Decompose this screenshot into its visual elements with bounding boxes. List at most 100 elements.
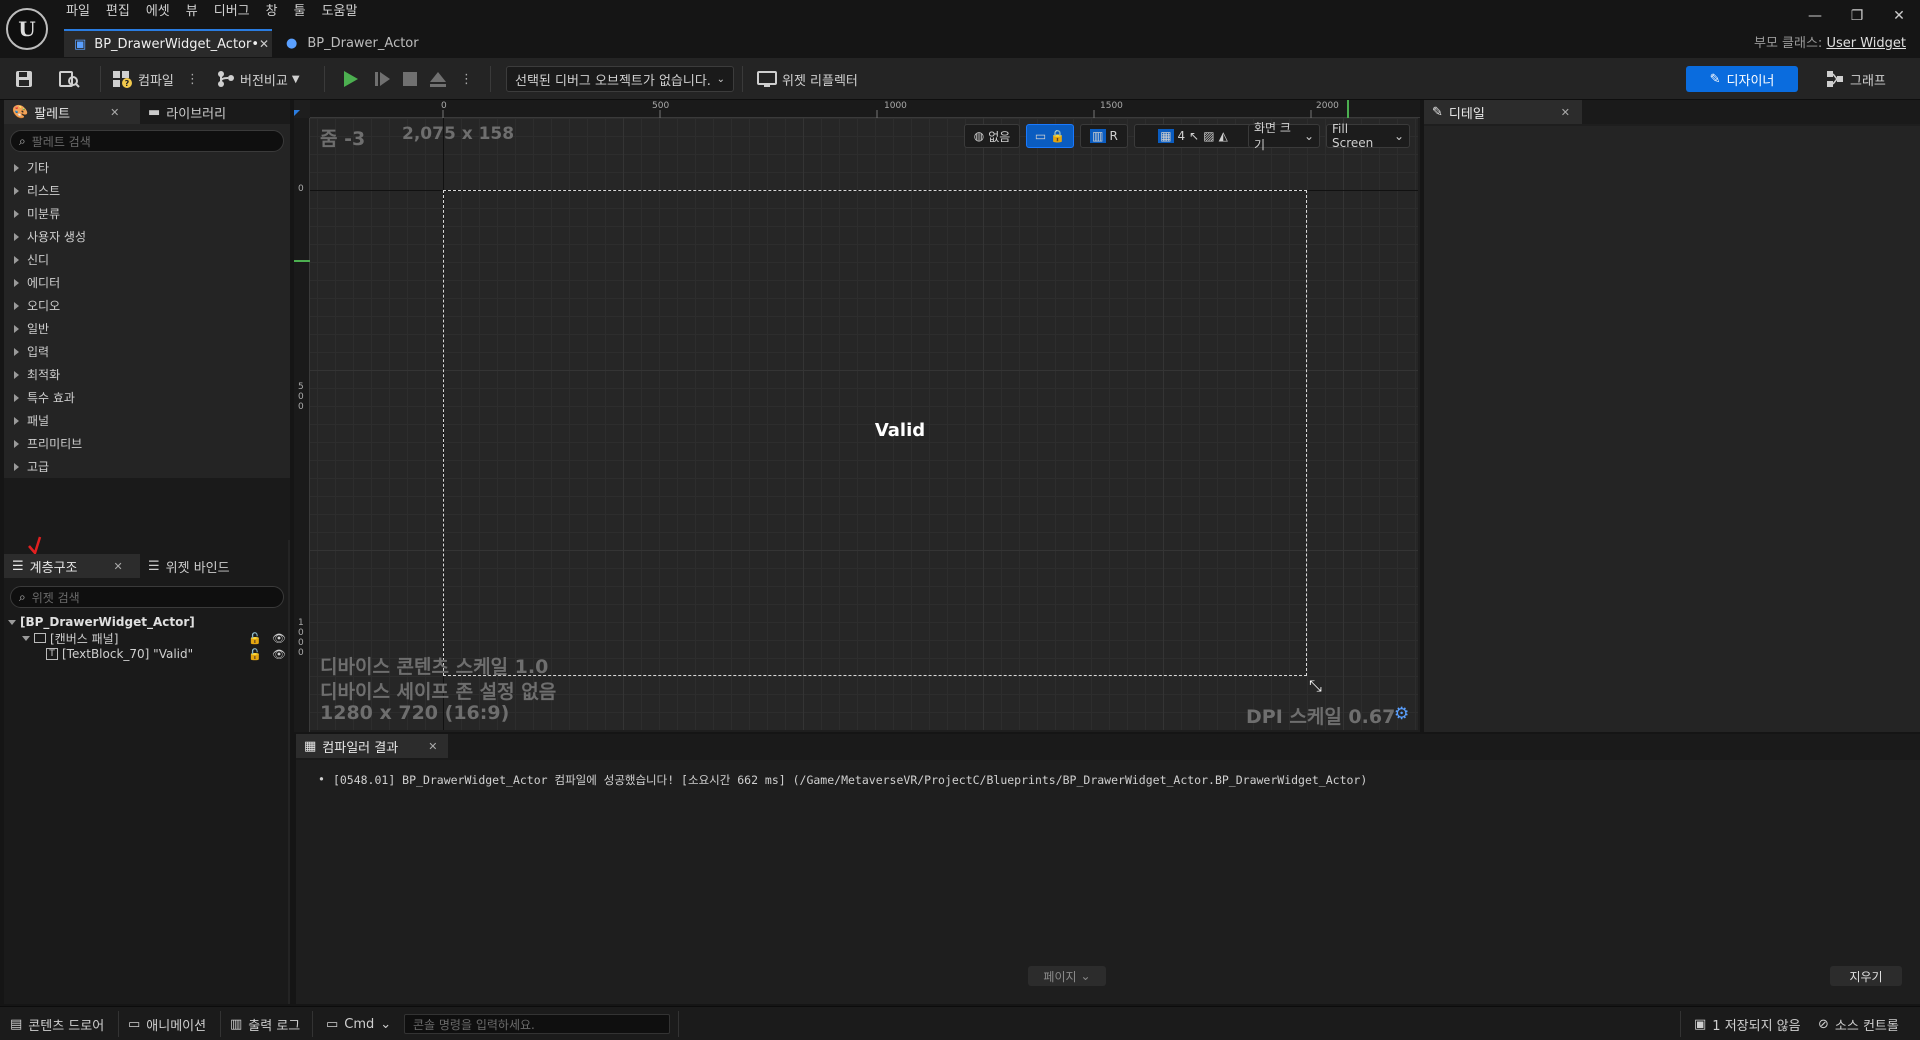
resolution-info: 1280 x 720 (16:9) xyxy=(320,702,510,724)
stop-button[interactable] xyxy=(400,67,420,91)
palette-category[interactable]: 고급 xyxy=(4,455,290,478)
palette-category[interactable]: 사용자 생성 xyxy=(4,225,290,248)
ruler-label: 0 xyxy=(298,628,304,638)
tree-canvas-item[interactable]: [캔버스 패널] 🔓 👁 xyxy=(8,630,290,646)
tree-textblock-item[interactable]: T [TextBlock_70] "Valid" 🔓 👁 xyxy=(8,646,290,662)
close-icon[interactable]: ✕ xyxy=(110,106,119,119)
compile-options-button[interactable]: ⋮ xyxy=(186,67,199,91)
tab-library[interactable]: ▬ 라이브러리 xyxy=(140,100,286,124)
widget-size: 2,075 x 158 xyxy=(402,124,515,144)
world-space-button[interactable]: ◍ 없음 xyxy=(964,124,1020,148)
menu-debug[interactable]: 디버그 xyxy=(210,2,262,22)
output-log-button[interactable]: ▥ 출력 로그 xyxy=(230,1013,300,1035)
palette-category[interactable]: 리스트 xyxy=(4,179,290,202)
compile-button[interactable]: ? 컴파일 xyxy=(112,67,174,91)
graph-mode-button[interactable]: 그래프 xyxy=(1826,66,1906,92)
fill-mode-dropdown[interactable]: Fill Screen ⌄ xyxy=(1326,122,1410,150)
unreal-logo[interactable]: U xyxy=(6,8,48,50)
menu-asset[interactable]: 에셋 xyxy=(142,2,182,22)
menu-window[interactable]: 창 xyxy=(262,2,290,22)
tab-palette[interactable]: 🎨 팔레트 ✕ xyxy=(4,100,140,124)
palette-category[interactable]: 특수 효과 xyxy=(4,386,290,409)
minimize-icon[interactable]: — xyxy=(1800,6,1830,26)
eye-icon[interactable]: 👁 xyxy=(272,648,286,661)
lock-icon[interactable]: 🔓 xyxy=(248,632,262,645)
lock-icon[interactable]: 🔓 xyxy=(248,648,262,661)
save-button[interactable] xyxy=(14,67,34,91)
palette-category[interactable]: 미분류 xyxy=(4,202,290,225)
debug-object-select[interactable]: 선택된 디버그 오브젝트가 없습니다. ⌄ xyxy=(506,66,734,92)
animation-button[interactable]: ▭ 애니메이션 xyxy=(128,1013,206,1035)
none-label: 없음 xyxy=(988,129,1011,144)
menu-tools[interactable]: 툴 xyxy=(290,2,318,22)
dpi-settings-gear-icon[interactable]: ⚙ xyxy=(1394,704,1409,724)
resize-handle-icon[interactable]: ⤡ xyxy=(1309,678,1325,694)
palette-category[interactable]: 최적화 xyxy=(4,363,290,386)
tab-compiler-results[interactable]: ▦ 컴파일러 결과 ✕ xyxy=(296,734,448,758)
unsaved-assets-button[interactable]: ▣ 1 저장되지 않음 xyxy=(1694,1013,1801,1035)
palette-category[interactable]: 에디터 xyxy=(4,271,290,294)
clear-button[interactable]: 지우기 xyxy=(1830,966,1902,986)
hierarchy-search-input[interactable]: ⌕ 위젯 검색 xyxy=(10,586,284,608)
palette-category-list: 기타 리스트 미분류 사용자 생성 신디 에디터 오디오 일반 입력 최적화 특… xyxy=(4,156,290,478)
content-drawer-button[interactable]: ▤ 콘텐츠 드로어 xyxy=(10,1013,104,1035)
lock-toggle-group[interactable]: ▭ 🔒 xyxy=(1026,124,1074,148)
parent-class-link[interactable]: User Widget xyxy=(1826,36,1906,51)
console-command-input[interactable]: 콘솔 명령을 입력하세요. xyxy=(404,1014,670,1034)
close-icon[interactable]: ✕ xyxy=(114,560,123,573)
designer-mode-button[interactable]: ✎ 디자이너 xyxy=(1686,66,1798,92)
expand-arrow-icon xyxy=(14,255,19,264)
tab-actor-blueprint[interactable]: ● BP_Drawer_Actor xyxy=(276,29,436,57)
menu-file[interactable]: 파일 xyxy=(62,2,102,22)
menu-help[interactable]: 도움말 xyxy=(318,2,370,22)
palette-category[interactable]: 패널 xyxy=(4,409,290,432)
restore-icon[interactable]: ❐ xyxy=(1842,6,1872,26)
menu-edit[interactable]: 편집 xyxy=(102,2,142,22)
close-window-icon[interactable]: ✕ xyxy=(1884,6,1914,26)
ruler-label: 500 xyxy=(652,101,670,111)
diff-button[interactable]: 버전비교 ▼ xyxy=(216,67,300,91)
tab-hierarchy[interactable]: ☰ 계층구조 ✕ xyxy=(4,554,140,578)
play-button[interactable] xyxy=(340,67,362,91)
expand-arrow-icon xyxy=(14,163,19,172)
library-tab-label: 라이브러리 xyxy=(166,106,227,122)
tab-close-icon[interactable]: ✕ xyxy=(259,37,269,51)
chevron-down-icon: ⌄ xyxy=(380,1016,392,1032)
tab-widget-binding[interactable]: ☰ 위젯 바인드 xyxy=(140,554,286,578)
palette-category[interactable]: 입력 xyxy=(4,340,290,363)
grid-snap-group[interactable]: ▦ 4 ↖ ▨ ◭ xyxy=(1134,124,1252,148)
source-control-button[interactable]: ⊘ 소스 컨트롤 xyxy=(1818,1013,1899,1035)
ruler-label: 0 xyxy=(441,101,447,111)
palette-category[interactable]: 신디 xyxy=(4,248,290,271)
compiler-results-panel: ▦ 컴파일러 결과 ✕ • [0548.01] BP_DrawerWidget_… xyxy=(296,734,1920,1004)
expand-arrow-icon xyxy=(14,324,19,333)
tab-widget-blueprint[interactable]: ▣ BP_DrawerWidget_Actor• ✕ xyxy=(64,29,272,57)
design-canvas[interactable]: ⤡ Valid 줌 -3 2,075 x 158 ◍ 없음 ▭ 🔒 ▥ R ▦ … xyxy=(310,118,1418,730)
menu-view[interactable]: 뷰 xyxy=(182,2,210,22)
page-dropdown[interactable]: 페이지 ⌄ xyxy=(1028,966,1106,986)
browse-button[interactable] xyxy=(58,67,80,91)
palette-panel: 🎨 팔레트 ✕ ▬ 라이브러리 ⌕ 팔레트 검색 기타 리스트 미분류 사용자 … xyxy=(4,100,290,540)
ruler-corner-marker xyxy=(294,110,300,116)
valid-text-block[interactable]: Valid xyxy=(850,420,950,441)
play-options-button[interactable]: ⋮ xyxy=(460,67,473,91)
close-icon[interactable]: ✕ xyxy=(428,740,437,753)
palette-category[interactable]: 일반 xyxy=(4,317,290,340)
eject-button[interactable] xyxy=(428,67,448,91)
close-icon[interactable]: ✕ xyxy=(1561,106,1570,119)
screen-size-dropdown[interactable]: 화면 크기 ⌄ xyxy=(1248,121,1320,152)
cmd-dropdown[interactable]: ▭ Cmd ⌄ xyxy=(326,1013,391,1035)
widget-reflector-button[interactable]: 위젯 리플렉터 xyxy=(756,67,858,91)
pencil-icon: ✎ xyxy=(1432,104,1443,120)
palette-category[interactable]: 오디오 xyxy=(4,294,290,317)
tree-root-item[interactable]: [BP_DrawerWidget_Actor] xyxy=(8,614,290,630)
step-button[interactable] xyxy=(372,67,392,91)
eye-icon[interactable]: 👁 xyxy=(272,632,286,645)
tab-details[interactable]: ✎ 디테일 ✕ xyxy=(1424,100,1582,124)
transform-mode-group[interactable]: ▥ R xyxy=(1080,124,1128,148)
palette-search-input[interactable]: ⌕ 팔레트 검색 xyxy=(10,130,284,152)
palette-category[interactable]: 기타 xyxy=(4,156,290,179)
palette-category[interactable]: 프리미티브 xyxy=(4,432,290,455)
ruler-label: 2000 xyxy=(1316,101,1339,111)
details-tab-label: 디테일 xyxy=(1448,106,1485,122)
